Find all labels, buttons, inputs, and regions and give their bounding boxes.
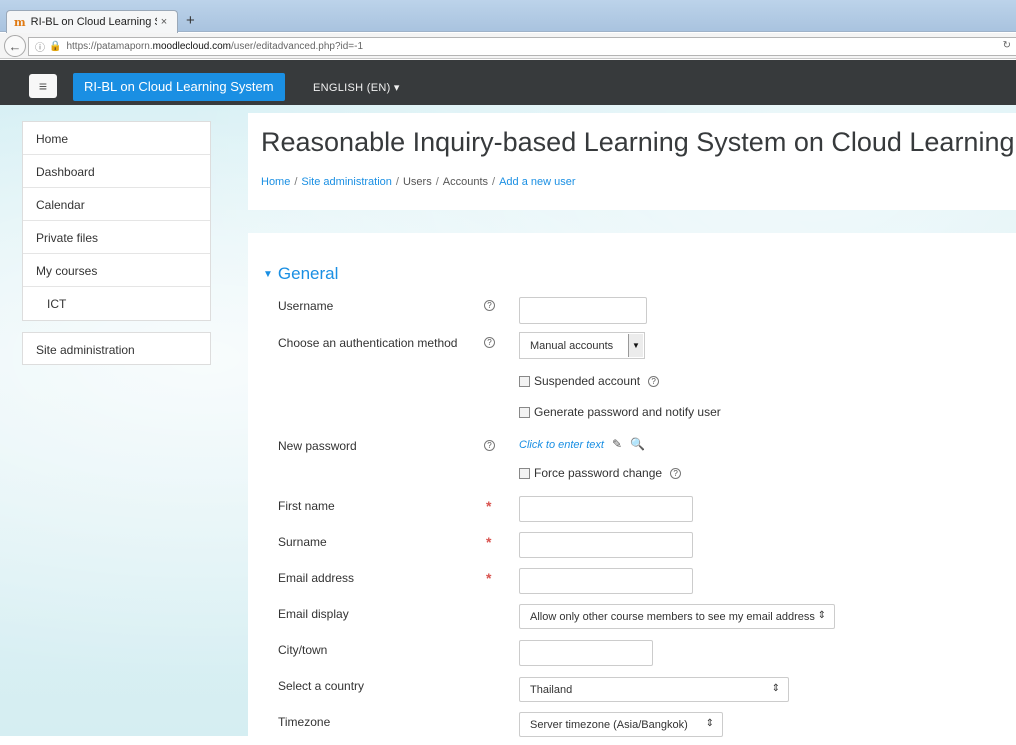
back-arrow-icon: ← (8, 38, 22, 54)
suspended-label: Suspended account (534, 374, 641, 388)
help-icon[interactable]: ? (670, 467, 682, 479)
firstname-label: First name (278, 499, 335, 513)
url-path: /user/editadvanced.php?id=-1 (231, 41, 364, 52)
lock-icon: 🔒 (49, 41, 62, 52)
navigation-block: Home Dashboard Calendar Private files My… (22, 121, 211, 321)
select-arrows-icon: ⇕ (771, 683, 780, 694)
suspended-row: Suspended account ? (519, 374, 660, 388)
help-icon[interactable]: ? (484, 300, 495, 311)
nav-item-home[interactable]: Home (23, 122, 210, 155)
email-display-value: Allow only other course members to see m… (530, 611, 815, 623)
city-input[interactable] (519, 640, 653, 666)
browser-navbar: ← ⓘ 🔒 https://patamaporn. moodlecloud.com… (0, 33, 1016, 59)
required-asterisk-icon: * (486, 498, 492, 514)
breadcrumb-site-administration[interactable]: Site administration (301, 176, 392, 188)
moodle-favicon-icon: m (14, 15, 26, 29)
page-title: Reasonable Inquiry-based Learning System… (261, 127, 1015, 157)
username-label: Username (278, 299, 334, 313)
breadcrumb-users: Users (402, 176, 432, 188)
section-general-toggle[interactable]: ▼ General (263, 264, 338, 284)
magnifier-icon[interactable]: 🔍 (630, 437, 645, 451)
hamburger-icon: ≡ (38, 78, 48, 94)
nav-item-dashboard[interactable]: Dashboard (23, 155, 210, 188)
breadcrumb: Home / Site administration / Users / Accounts /… (261, 176, 576, 188)
site-header: ≡ RI-BL on Cloud Learning System ENGLISH… (0, 60, 1016, 105)
tab-close-icon[interactable]: × (157, 16, 171, 28)
section-general-title: General (277, 264, 339, 283)
user-form: ▼ General Username ? Choose an authentica… (248, 233, 1016, 737)
auth-method-select[interactable]: Manual accounts ▼ (519, 332, 645, 359)
surname-input[interactable] (519, 532, 693, 558)
password-label: New password (278, 439, 357, 453)
city-row: City/town (248, 640, 1016, 673)
username-row: Username ? (248, 297, 1016, 329)
site-info-icon[interactable]: ⓘ (35, 39, 45, 54)
required-asterisk-icon: * (486, 570, 492, 586)
password-edit-link[interactable]: Click to enter text (519, 439, 604, 451)
email-row: Email address * (248, 568, 1016, 601)
help-icon[interactable]: ? (484, 440, 495, 451)
select-arrows-icon: ⇕ (705, 718, 714, 729)
force-password-checkbox[interactable] (519, 467, 530, 479)
country-value: Thailand (530, 684, 573, 696)
surname-label: Surname (278, 535, 327, 549)
url-host: moodlecloud.com (152, 41, 231, 52)
auth-method-value: Manual accounts (530, 340, 614, 352)
password-tools: ✎ 🔍 (612, 437, 645, 451)
pencil-icon[interactable]: ✎ (612, 437, 622, 451)
firstname-row: First name * (248, 496, 1016, 529)
reload-icon[interactable]: ↻ (1003, 40, 1011, 51)
generate-password-row: Generate password and notify user (519, 405, 721, 419)
email-display-select[interactable]: Allow only other course members to see m… (519, 604, 835, 629)
generate-password-label: Generate password and notify user (534, 405, 721, 419)
country-row: Select a country Thailand ⇕ (248, 677, 1016, 709)
timezone-value: Server timezone (Asia/Bangkok) (530, 719, 688, 731)
breadcrumb-accounts: Accounts (442, 176, 489, 188)
nav-item-my-courses[interactable]: My courses (23, 254, 210, 287)
language-menu[interactable]: ENGLISH (EN) ▾ (313, 81, 400, 94)
surname-row: Surname * (248, 532, 1016, 565)
email-display-row: Email display Allow only other course me… (248, 604, 1016, 637)
email-display-label: Email display (278, 607, 349, 621)
select-arrows-icon: ⇕ (817, 610, 826, 621)
auth-label: Choose an authentication method (278, 336, 458, 350)
dropdown-arrow-icon: ▼ (628, 334, 643, 357)
timezone-label: Timezone (278, 715, 331, 729)
country-select[interactable]: Thailand ⇕ (519, 677, 789, 702)
city-label: City/town (278, 643, 328, 657)
username-input[interactable] (519, 297, 647, 324)
tab-title: RI-BL on Cloud Learning S... (30, 16, 157, 28)
required-asterisk-icon: * (486, 534, 492, 550)
help-icon[interactable]: ? (648, 375, 660, 387)
nav-item-private-files[interactable]: Private files (23, 221, 210, 254)
country-label: Select a country (278, 679, 365, 693)
nav-item-calendar[interactable]: Calendar (23, 188, 210, 221)
email-label: Email address (278, 571, 355, 585)
suspended-checkbox[interactable] (519, 375, 530, 387)
new-tab-button[interactable]: + (186, 12, 195, 29)
timezone-select[interactable]: Server timezone (Asia/Bangkok) ⇕ (519, 712, 723, 737)
site-name-link[interactable]: RI-BL on Cloud Learning System (73, 73, 285, 101)
browser-tab[interactable]: m RI-BL on Cloud Learning S... × (6, 10, 178, 33)
generate-password-checkbox[interactable] (519, 406, 530, 418)
help-icon[interactable]: ? (484, 337, 495, 348)
caret-down-icon: ▼ (263, 269, 273, 280)
breadcrumb-home[interactable]: Home (261, 176, 290, 188)
address-bar[interactable]: ⓘ 🔒 https://patamaporn. moodlecloud.com/u… (28, 37, 1016, 56)
firstname-input[interactable] (519, 496, 693, 522)
back-button[interactable]: ← (4, 35, 26, 57)
timezone-row: Timezone Server timezone (Asia/Bangkok) … (248, 712, 1016, 745)
nav-item-course-ict[interactable]: ICT (23, 287, 210, 320)
page-header: Reasonable Inquiry-based Learning System… (248, 113, 1016, 210)
browser-tabbar: m RI-BL on Cloud Learning S... × + (0, 0, 1016, 33)
nav-item-site-administration[interactable]: Site administration (22, 332, 211, 365)
url-prefix: https://patamaporn. (66, 41, 153, 52)
email-input[interactable] (519, 568, 693, 594)
breadcrumb-add-new-user[interactable]: Add a new user (499, 176, 575, 188)
menu-toggle-button[interactable]: ≡ (29, 74, 57, 98)
force-password-row: Force password change ? (519, 466, 682, 480)
force-password-label: Force password change (534, 466, 663, 480)
